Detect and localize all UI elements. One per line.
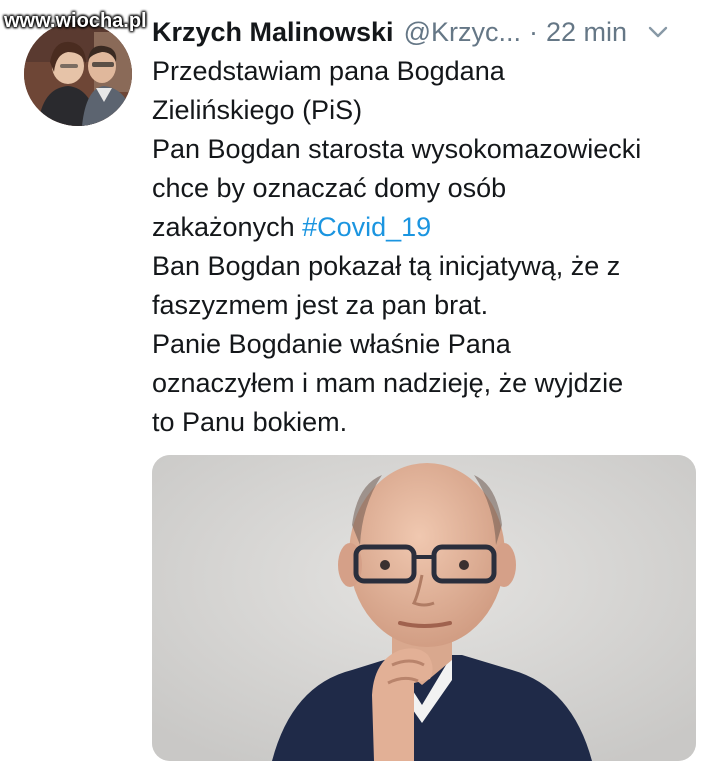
- tweet-text-line: chce by oznaczać domy osób: [152, 173, 507, 203]
- chevron-down-icon[interactable]: [647, 21, 669, 43]
- timestamp[interactable]: 22 min: [546, 17, 627, 48]
- tweet-photo[interactable]: [152, 455, 696, 761]
- tweet-text-line: Panie Bogdanie właśnie Pana: [152, 329, 511, 359]
- tweet-text-line: zakażonych #Covid_19: [152, 208, 712, 247]
- tweet-text-line: Zielińskiego (PiS): [152, 95, 363, 125]
- author-handle[interactable]: @Krzyc...: [404, 17, 521, 48]
- watermark: www.wiocha.pl: [4, 10, 147, 32]
- portrait-photo: [152, 455, 696, 761]
- tweet-text-line: oznaczyłem i mam nadzieję, że wyjdzie: [152, 368, 624, 398]
- author-name[interactable]: Krzych Malinowski: [152, 17, 394, 48]
- separator: ·: [529, 16, 538, 47]
- tweet-text: Przedstawiam pana Bogdana Zielińskiego (…: [152, 52, 712, 442]
- tweet-header: Krzych Malinowski @Krzyc... · 22 min: [152, 12, 700, 52]
- tweet-text-line: to Panu bokiem.: [152, 407, 348, 437]
- avatar[interactable]: [24, 22, 132, 126]
- tweet-text-line: faszyzmem jest za pan brat.: [152, 290, 489, 320]
- tweet: www.wiocha.pl Krzych Malinowski @Krzyc..…: [0, 0, 720, 776]
- tweet-text-fragment: zakażonych: [152, 212, 295, 242]
- tweet-text-line: Ban Bogdan pokazał tą inicjatywą, że z: [152, 251, 621, 281]
- tweet-text-line: Przedstawiam pana Bogdana: [152, 56, 505, 86]
- avatar-image: [24, 22, 132, 126]
- tweet-text-line: Pan Bogdan starosta wysokomazowiecki: [152, 134, 642, 164]
- hashtag-link[interactable]: #Covid_19: [302, 212, 431, 242]
